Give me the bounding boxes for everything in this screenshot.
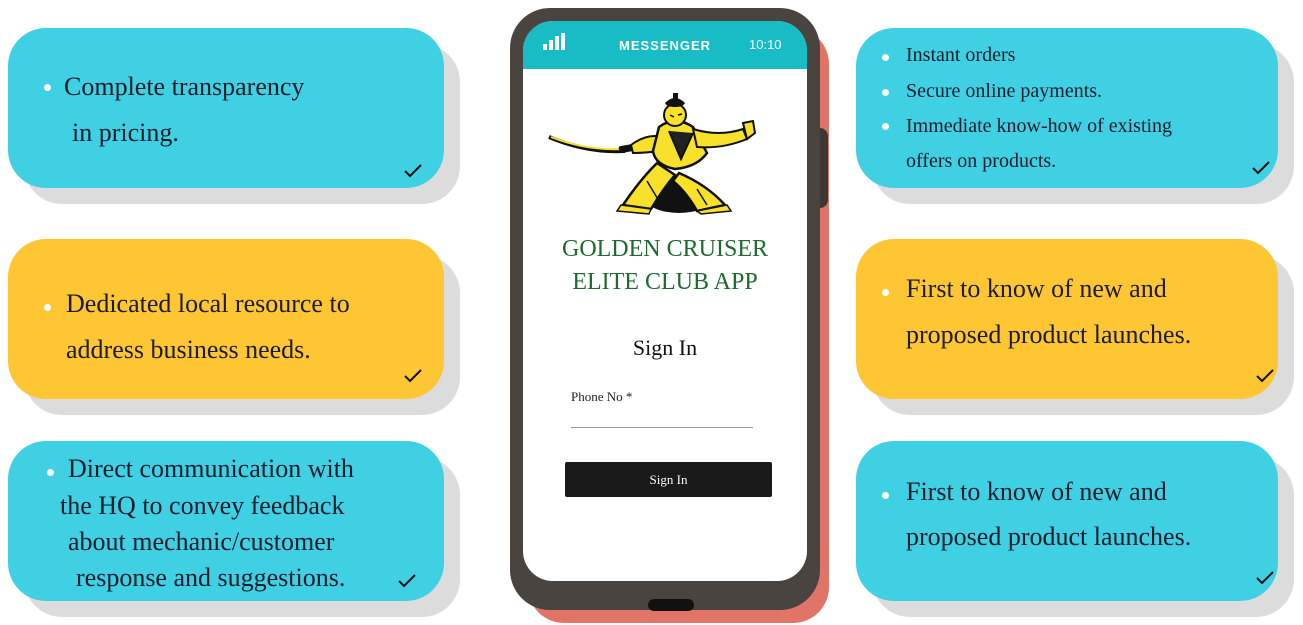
card-text-line: First to know of new and bbox=[906, 274, 1167, 303]
feature-card-hq-communication: Direct communication with the HQ to conv… bbox=[8, 441, 444, 601]
phone-field-label: Phone No * bbox=[571, 389, 633, 404]
status-bar: MESSENGER 10:10 bbox=[523, 21, 807, 69]
feature-card-launches-2: First to know of new and proposed produc… bbox=[856, 441, 1278, 601]
card-text-line: in pricing. bbox=[72, 118, 179, 147]
check-icon bbox=[398, 574, 416, 588]
status-title: MESSENGER bbox=[619, 38, 712, 53]
card-text-line: about mechanic/customer bbox=[68, 527, 335, 556]
check-icon bbox=[404, 164, 422, 178]
phone-screen: MESSENGER 10:10 GOLDEN CRUISER ELITE CLU… bbox=[523, 21, 807, 581]
feature-card-pricing: Complete transparency in pricing. bbox=[8, 28, 444, 188]
card-text-line: address business needs. bbox=[66, 335, 311, 364]
card-text-line: offers on products. bbox=[906, 150, 1057, 172]
check-icon bbox=[404, 369, 422, 383]
card-text-line: Direct communication with bbox=[68, 454, 354, 483]
card-text-line: response and suggestions. bbox=[76, 563, 346, 592]
status-time: 10:10 bbox=[749, 37, 782, 52]
check-icon bbox=[1256, 571, 1274, 585]
phone-input[interactable] bbox=[571, 407, 753, 428]
card-text-line: First to know of new and bbox=[906, 477, 1167, 506]
app-title: GOLDEN CRUISER ELITE CLUB APP bbox=[523, 233, 807, 299]
signal-bars-icon bbox=[543, 33, 567, 56]
card-text-line: Immediate know-how of existing bbox=[906, 115, 1173, 137]
card-text-line: proposed product launches. bbox=[906, 320, 1192, 349]
card-text-line: Complete transparency bbox=[64, 72, 305, 101]
signin-heading: Sign In bbox=[632, 335, 698, 360]
signin-button[interactable]: Sign In bbox=[565, 462, 772, 497]
feature-card-launches: First to know of new and proposed produc… bbox=[856, 239, 1278, 399]
card-text-line: proposed product launches. bbox=[906, 522, 1192, 551]
check-icon bbox=[1252, 161, 1270, 175]
signin-button-label: Sign In bbox=[649, 472, 688, 487]
feature-card-local-resource: Dedicated local resource to address busi… bbox=[8, 239, 444, 399]
app-title-line: GOLDEN CRUISER bbox=[561, 236, 768, 262]
phone-home-button bbox=[648, 599, 694, 611]
samurai-logo bbox=[547, 93, 761, 215]
card-text-line: Secure online payments. bbox=[906, 80, 1103, 102]
feature-card-orders: Instant orders Secure online payments. I… bbox=[856, 28, 1278, 188]
app-title-line: ELITE CLUB APP bbox=[572, 269, 758, 295]
check-icon bbox=[1256, 369, 1274, 383]
card-text-line: the HQ to convey feedback bbox=[60, 491, 345, 520]
card-text-line: Dedicated local resource to bbox=[66, 289, 350, 318]
card-text-line: Instant orders bbox=[906, 44, 1016, 66]
